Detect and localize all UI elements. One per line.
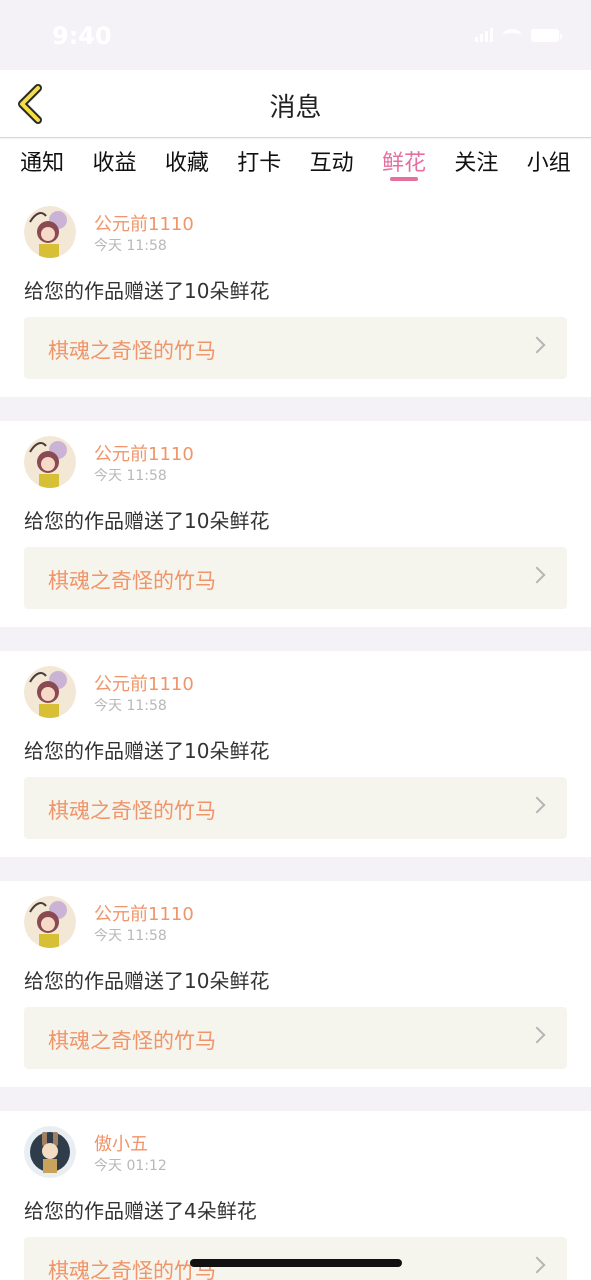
user-name[interactable]: 公元前1110 <box>94 210 194 236</box>
work-title: 棋魂之奇怪的竹马 <box>48 569 216 593</box>
signal-icon <box>475 28 493 42</box>
avatar[interactable] <box>24 436 76 488</box>
chevron-right-icon <box>528 1256 546 1274</box>
girl-avatar-icon <box>24 666 76 718</box>
work-link[interactable]: 棋魂之奇怪的竹马 <box>24 1007 567 1069</box>
avatar[interactable] <box>24 666 76 718</box>
avatar[interactable] <box>24 1126 76 1178</box>
chevron-right-icon <box>528 1026 546 1044</box>
message-text: 给您的作品赠送了10朵鲜花 <box>24 279 270 303</box>
timestamp: 今天 11:58 <box>94 468 167 484</box>
user-name[interactable]: 公元前1110 <box>94 670 194 696</box>
message-text: 给您的作品赠送了10朵鲜花 <box>24 969 270 993</box>
timestamp: 今天 01:12 <box>94 1158 167 1174</box>
girl-avatar-icon <box>24 896 76 948</box>
message-text: 给您的作品赠送了4朵鲜花 <box>24 1199 257 1223</box>
tab-flowers[interactable]: 鲜花 <box>382 139 426 191</box>
list-item: 公元前1110 今天 11:58 给您的作品赠送了10朵鲜花 棋魂之奇怪的竹马 <box>0 421 591 627</box>
bunny-avatar-icon <box>24 1126 76 1178</box>
nav-bar: 消息 <box>0 70 591 138</box>
tab-checkin[interactable]: 打卡 <box>237 139 281 191</box>
status-icons <box>475 28 562 42</box>
avatar[interactable] <box>24 896 76 948</box>
tab-notice[interactable]: 通知 <box>20 139 64 191</box>
list-item: 公元前1110 今天 11:58 给您的作品赠送了10朵鲜花 棋魂之奇怪的竹马 <box>0 881 591 1087</box>
list-item: 公元前1110 今天 11:58 给您的作品赠送了10朵鲜花 棋魂之奇怪的竹马 <box>0 651 591 857</box>
tab-favorites[interactable]: 收藏 <box>165 139 209 191</box>
work-title: 棋魂之奇怪的竹马 <box>48 799 216 823</box>
wifi-icon <box>503 29 521 41</box>
tab-groups[interactable]: 小组 <box>527 139 571 191</box>
work-link[interactable]: 棋魂之奇怪的竹马 <box>24 317 567 379</box>
girl-avatar-icon <box>24 436 76 488</box>
tab-interaction[interactable]: 互动 <box>310 139 354 191</box>
work-link[interactable]: 棋魂之奇怪的竹马 <box>24 547 567 609</box>
chevron-right-icon <box>528 566 546 584</box>
timestamp: 今天 11:58 <box>94 698 167 714</box>
tab-follow[interactable]: 关注 <box>454 139 498 191</box>
timestamp: 今天 11:58 <box>94 238 167 254</box>
user-name[interactable]: 公元前1110 <box>94 900 194 926</box>
avatar[interactable] <box>24 206 76 258</box>
home-indicator[interactable] <box>190 1259 402 1267</box>
message-text: 给您的作品赠送了10朵鲜花 <box>24 509 270 533</box>
work-title: 棋魂之奇怪的竹马 <box>48 339 216 363</box>
list-item: 公元前1110 今天 11:58 给您的作品赠送了10朵鲜花 棋魂之奇怪的竹马 <box>0 191 591 397</box>
user-name[interactable]: 傲小五 <box>94 1130 148 1156</box>
girl-avatar-icon <box>24 206 76 258</box>
chevron-right-icon <box>528 336 546 354</box>
page-title: 消息 <box>269 93 322 123</box>
status-time: 9:40 <box>52 22 112 50</box>
work-link[interactable]: 棋魂之奇怪的竹马 <box>24 777 567 839</box>
message-text: 给您的作品赠送了10朵鲜花 <box>24 739 270 763</box>
user-name[interactable]: 公元前1110 <box>94 440 194 466</box>
list-item: 傲小五 今天 01:12 给您的作品赠送了4朵鲜花 棋魂之奇怪的竹马 <box>0 1111 591 1280</box>
chevron-right-icon <box>528 796 546 814</box>
tab-earnings[interactable]: 收益 <box>93 139 137 191</box>
work-title: 棋魂之奇怪的竹马 <box>48 1029 216 1053</box>
battery-icon <box>531 28 562 42</box>
timestamp: 今天 11:58 <box>94 928 167 944</box>
tab-bar: 通知 收益 收藏 打卡 互动 鲜花 关注 小组 <box>0 139 591 191</box>
message-list: 公元前1110 今天 11:58 给您的作品赠送了10朵鲜花 棋魂之奇怪的竹马 … <box>0 191 591 1280</box>
status-bar: 9:40 <box>0 0 591 70</box>
